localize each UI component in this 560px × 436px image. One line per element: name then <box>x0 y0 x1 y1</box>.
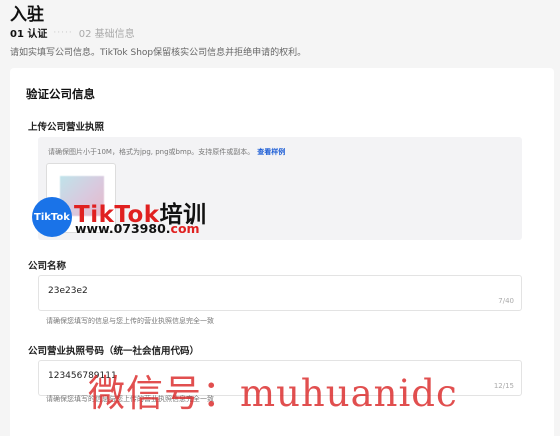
watermark-url: www.073980.com <box>75 221 200 236</box>
watermark-url-main: www.073980. <box>75 221 171 236</box>
license-upload-label: 上传公司营业执照 <box>28 122 105 133</box>
step-verify[interactable]: 01 认证 <box>10 25 47 40</box>
company-name-label: 公司名称 <box>28 261 67 272</box>
company-name-hint: 请确保您填写的信息与您上传的营业执照信息完全一致 <box>46 317 214 325</box>
page-title: 入驻 <box>10 5 44 25</box>
card-title: 验证公司信息 <box>26 87 95 101</box>
step-basic-info[interactable]: 02 基础信息 <box>79 25 135 40</box>
tiktok-logo-icon: TikTok <box>32 197 72 237</box>
upload-hint-text: 请确保图片小于10M，格式为jpg, png或bmp。支持原件或副本。 <box>48 148 255 156</box>
notice-text: 请如实填写公司信息。TikTok Shop保留核实公司信息并拒绝申请的权利。 <box>10 48 307 58</box>
stepper: 01 认证 ····· 02 基础信息 <box>10 25 135 41</box>
wechat-watermark: 微信号：muhuanidc <box>88 372 458 415</box>
license-number-label: 公司营业执照号码（统一社会信用代码） <box>28 346 200 357</box>
view-sample-link[interactable]: 查看样例 <box>257 148 285 156</box>
license-number-counter: 12/15 <box>493 382 514 390</box>
company-name-value: 23e23e2 <box>48 286 88 296</box>
step-separator: ····· <box>53 27 73 38</box>
watermark-url-tld: com <box>170 221 200 236</box>
company-name-input[interactable]: 23e23e2 7/40 <box>38 275 522 311</box>
upload-hint: 请确保图片小于10M，格式为jpg, png或bmp。支持原件或副本。 查看样例 <box>48 147 285 157</box>
company-name-counter: 7/40 <box>498 297 514 305</box>
